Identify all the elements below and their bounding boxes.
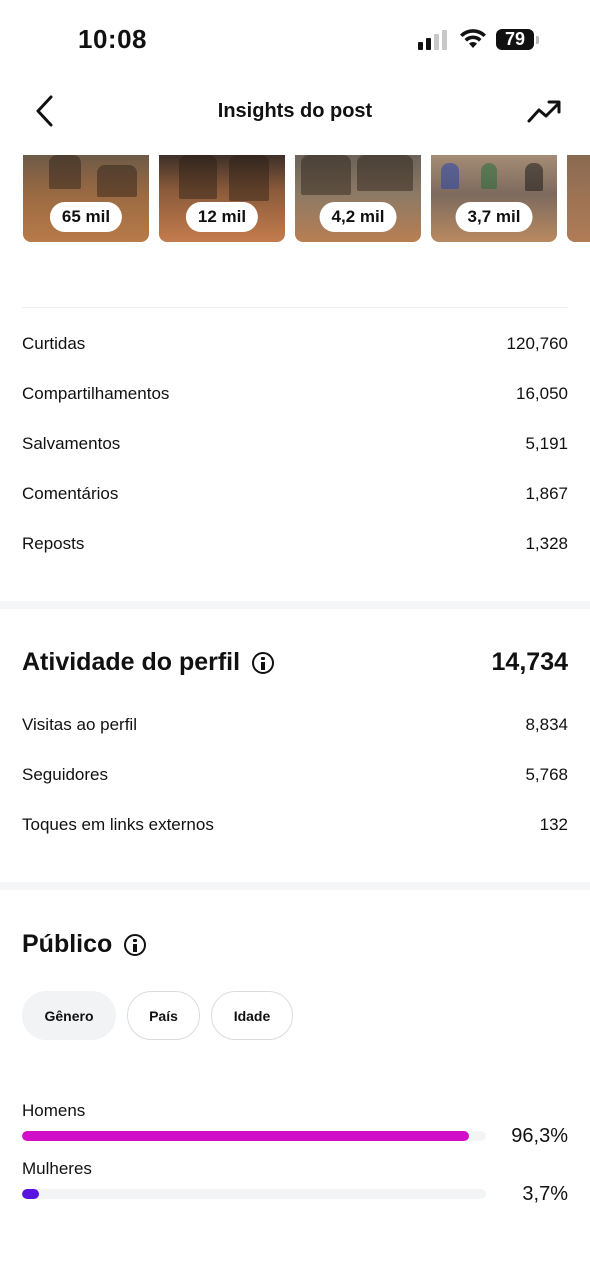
metric-row-followers: Seguidores 5,768 xyxy=(22,761,568,789)
metric-row-comments: Comentários 1,867 xyxy=(22,480,568,508)
profile-activity-header: Atividade do perfil 14,734 xyxy=(22,648,568,677)
bar-percent-men: 96,3% xyxy=(511,1125,568,1147)
metric-row-shares: Compartilhamentos 16,050 xyxy=(22,380,568,408)
status-bar: 10:08 79 xyxy=(0,0,590,80)
cellular-signal-icon xyxy=(418,30,447,50)
metric-value: 120,760 xyxy=(506,334,568,353)
metric-value: 16,050 xyxy=(516,384,568,403)
metric-label: Reposts xyxy=(22,534,85,553)
thumbnail-card[interactable]: 12 mil xyxy=(159,155,285,242)
thumbnail-count: 4,2 mil xyxy=(319,202,397,232)
metric-value: 8,834 xyxy=(525,715,568,734)
metric-row-link-taps: Toques em links externos 132 xyxy=(22,811,568,839)
tab-gender[interactable]: Gênero xyxy=(22,991,116,1040)
section-title: Atividade do perfil xyxy=(22,648,275,677)
metric-label: Visitas ao perfil xyxy=(22,715,137,734)
metric-value: 132 xyxy=(539,815,568,834)
thumbnail-card[interactable] xyxy=(567,155,590,242)
bar-track-women xyxy=(22,1189,486,1199)
thumbnail-card[interactable]: 4,2 mil xyxy=(295,155,421,242)
metric-row-profile-visits: Visitas ao perfil 8,834 xyxy=(22,711,568,739)
thumbnail-count: 12 mil xyxy=(185,202,259,232)
bar-track-men xyxy=(22,1131,486,1141)
metric-value: 1,328 xyxy=(525,534,568,553)
thumbnail-count: 65 mil xyxy=(49,202,123,232)
profile-activity-total: 14,734 xyxy=(491,648,568,676)
tab-country[interactable]: País xyxy=(127,991,200,1040)
bar-fill-women xyxy=(22,1189,39,1199)
metric-row-reposts: Reposts 1,328 xyxy=(22,530,568,558)
post-thumbnails-carousel[interactable]: 65 mil 12 mil 4,2 mil 3,7 mil xyxy=(0,155,590,243)
thumbnail-card[interactable]: 65 mil xyxy=(23,155,149,242)
section-divider xyxy=(0,601,590,609)
battery-cap xyxy=(536,36,539,44)
info-icon[interactable] xyxy=(124,933,147,956)
thumbnail-card[interactable]: 3,7 mil xyxy=(431,155,557,242)
bar-label-women: Mulheres xyxy=(22,1159,92,1178)
metric-label: Curtidas xyxy=(22,334,86,353)
section-title: Público xyxy=(22,930,147,959)
metric-label: Salvamentos xyxy=(22,434,121,453)
status-time: 10:08 xyxy=(78,24,147,54)
trending-up-icon[interactable] xyxy=(526,96,562,126)
section-divider xyxy=(0,882,590,890)
battery-icon: 79 xyxy=(496,29,534,50)
bar-label-men: Homens xyxy=(22,1101,86,1120)
tab-age[interactable]: Idade xyxy=(211,991,293,1040)
bar-fill-men xyxy=(22,1131,469,1141)
audience-tabs: Gênero País Idade xyxy=(22,991,293,1040)
info-icon[interactable] xyxy=(252,651,275,674)
wifi-icon xyxy=(460,29,486,48)
metric-label: Comentários xyxy=(22,484,119,503)
divider xyxy=(22,307,568,308)
metric-value: 1,867 xyxy=(525,484,568,503)
metric-value: 5,768 xyxy=(525,765,568,784)
thumbnail-count: 3,7 mil xyxy=(455,202,533,232)
audience-title: Público xyxy=(22,930,113,958)
metric-label: Seguidores xyxy=(22,765,109,784)
metric-value: 5,191 xyxy=(525,434,568,453)
metric-row-saves: Salvamentos 5,191 xyxy=(22,430,568,458)
profile-activity-title: Atividade do perfil xyxy=(22,648,241,676)
bar-percent-women: 3,7% xyxy=(522,1183,568,1205)
page-title: Insights do post xyxy=(217,100,373,122)
metric-row-likes: Curtidas 120,760 xyxy=(22,330,568,358)
top-nav: Insights do post xyxy=(0,80,590,144)
audience-header: Público xyxy=(22,930,568,959)
metric-label: Compartilhamentos xyxy=(22,384,170,403)
metric-label: Toques em links externos xyxy=(22,815,214,834)
